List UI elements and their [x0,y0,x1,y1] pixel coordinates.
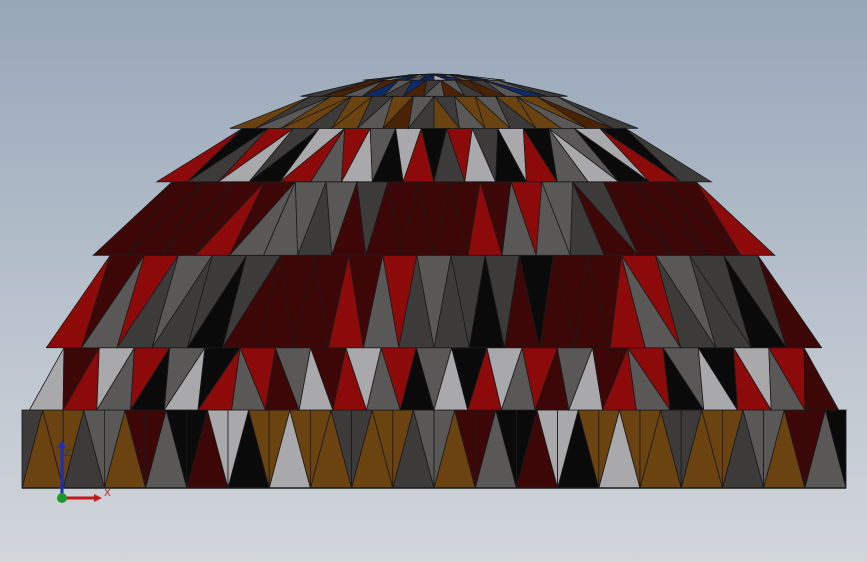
z-axis: Z [58,440,71,498]
graphics-viewport[interactable]: Z X [0,0,867,562]
coordinate-triad: Z X [57,440,111,503]
dome-panel [28,347,65,411]
geodesic-dome-model[interactable] [0,0,867,562]
z-axis-label: Z [64,448,71,459]
x-axis-label: X [104,488,111,499]
y-axis-origin [57,493,67,503]
x-axis-arrow [94,494,102,502]
x-axis: X [62,488,111,502]
z-axis-arrow [58,440,66,448]
dome-panel [803,347,840,411]
